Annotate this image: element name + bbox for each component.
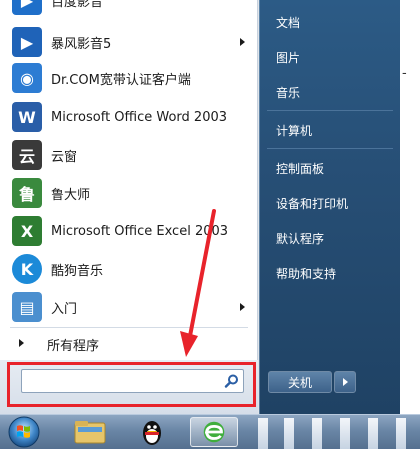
start-menu-right-panel: 文档 图片 音乐 计算机 控制面板 设备和打印机 默认程序 帮助和支持	[259, 0, 400, 414]
menu-separator	[267, 148, 393, 149]
program-label: 入门	[51, 301, 78, 317]
program-label: 鲁大师	[51, 187, 91, 203]
shutdown-options-button[interactable]	[334, 371, 356, 393]
submenu-arrow-icon	[240, 38, 245, 46]
program-label: 酷狗音乐	[51, 263, 104, 279]
right-item-default-programs[interactable]: 默认程序	[276, 230, 324, 247]
taskbar-explorer-button[interactable]	[66, 417, 114, 447]
expand-arrow-icon	[19, 339, 24, 347]
taskbar-background-bars	[254, 418, 420, 449]
background-document: -	[400, 0, 420, 420]
program-label: 云窗	[51, 149, 78, 165]
program-item-ludashi[interactable]: 鲁 鲁大师	[0, 175, 258, 211]
right-item-control-panel[interactable]: 控制面板	[276, 160, 324, 177]
browser-e-icon	[203, 421, 225, 443]
start-orb-icon[interactable]	[6, 416, 42, 448]
right-item-devices-printers[interactable]: 设备和打印机	[276, 195, 348, 212]
right-item-documents[interactable]: 文档	[276, 14, 300, 31]
program-item-word[interactable]: W Microsoft Office Word 2003	[0, 99, 258, 135]
word-icon: W	[12, 102, 42, 132]
program-item-baidu[interactable]: ▶ 百度影音	[0, 0, 258, 18]
all-programs-label: 所有程序	[47, 339, 100, 354]
program-label: Microsoft Office Word 2003	[51, 109, 228, 125]
program-item-baofeng[interactable]: ▶ 暴风影音5	[0, 24, 258, 60]
submenu-arrow-icon	[240, 303, 245, 311]
program-item-kugou[interactable]: K 酷狗音乐	[0, 251, 258, 287]
drcom-client-icon: ◉	[12, 63, 42, 93]
search-highlight-box	[7, 362, 256, 407]
menu-separator	[10, 327, 248, 328]
excel-icon: X	[12, 216, 42, 246]
yunchuang-icon: 云	[12, 140, 42, 170]
qq-penguin-icon	[143, 421, 161, 445]
getting-started-icon: ▤	[12, 292, 42, 322]
right-item-computer[interactable]: 计算机	[276, 122, 312, 139]
program-item-yunchuang[interactable]: 云 云窗	[0, 137, 258, 173]
ludashi-icon: 鲁	[12, 178, 42, 208]
program-label: 百度影音	[51, 0, 104, 10]
baidu-player-icon: ▶	[12, 0, 42, 15]
menu-separator	[267, 110, 393, 111]
background-text: -	[402, 66, 407, 81]
program-label: Dr.COM宽带认证客户端	[51, 72, 191, 88]
panel-edge	[259, 0, 260, 414]
taskbar-qq-button[interactable]	[128, 417, 176, 447]
program-item-excel[interactable]: X Microsoft Office Excel 2003	[0, 213, 258, 249]
right-item-pictures[interactable]: 图片	[276, 49, 300, 66]
program-item-drcom[interactable]: ◉ Dr.COM宽带认证客户端	[0, 60, 258, 96]
program-item-getting-started[interactable]: ▤ 入门	[0, 289, 258, 325]
all-programs-button[interactable]: 所有程序	[0, 329, 258, 357]
program-label: Microsoft Office Excel 2003	[51, 223, 229, 239]
shutdown-button[interactable]: 关机	[268, 371, 332, 393]
baofeng-player-icon: ▶	[12, 27, 42, 57]
kugou-music-icon: K	[12, 254, 42, 284]
folder-icon	[74, 421, 106, 444]
right-item-music[interactable]: 音乐	[276, 84, 300, 101]
program-label: 暴风影音5	[51, 36, 112, 52]
taskbar-browser-button[interactable]	[190, 417, 238, 447]
right-item-help-support[interactable]: 帮助和支持	[276, 265, 336, 282]
